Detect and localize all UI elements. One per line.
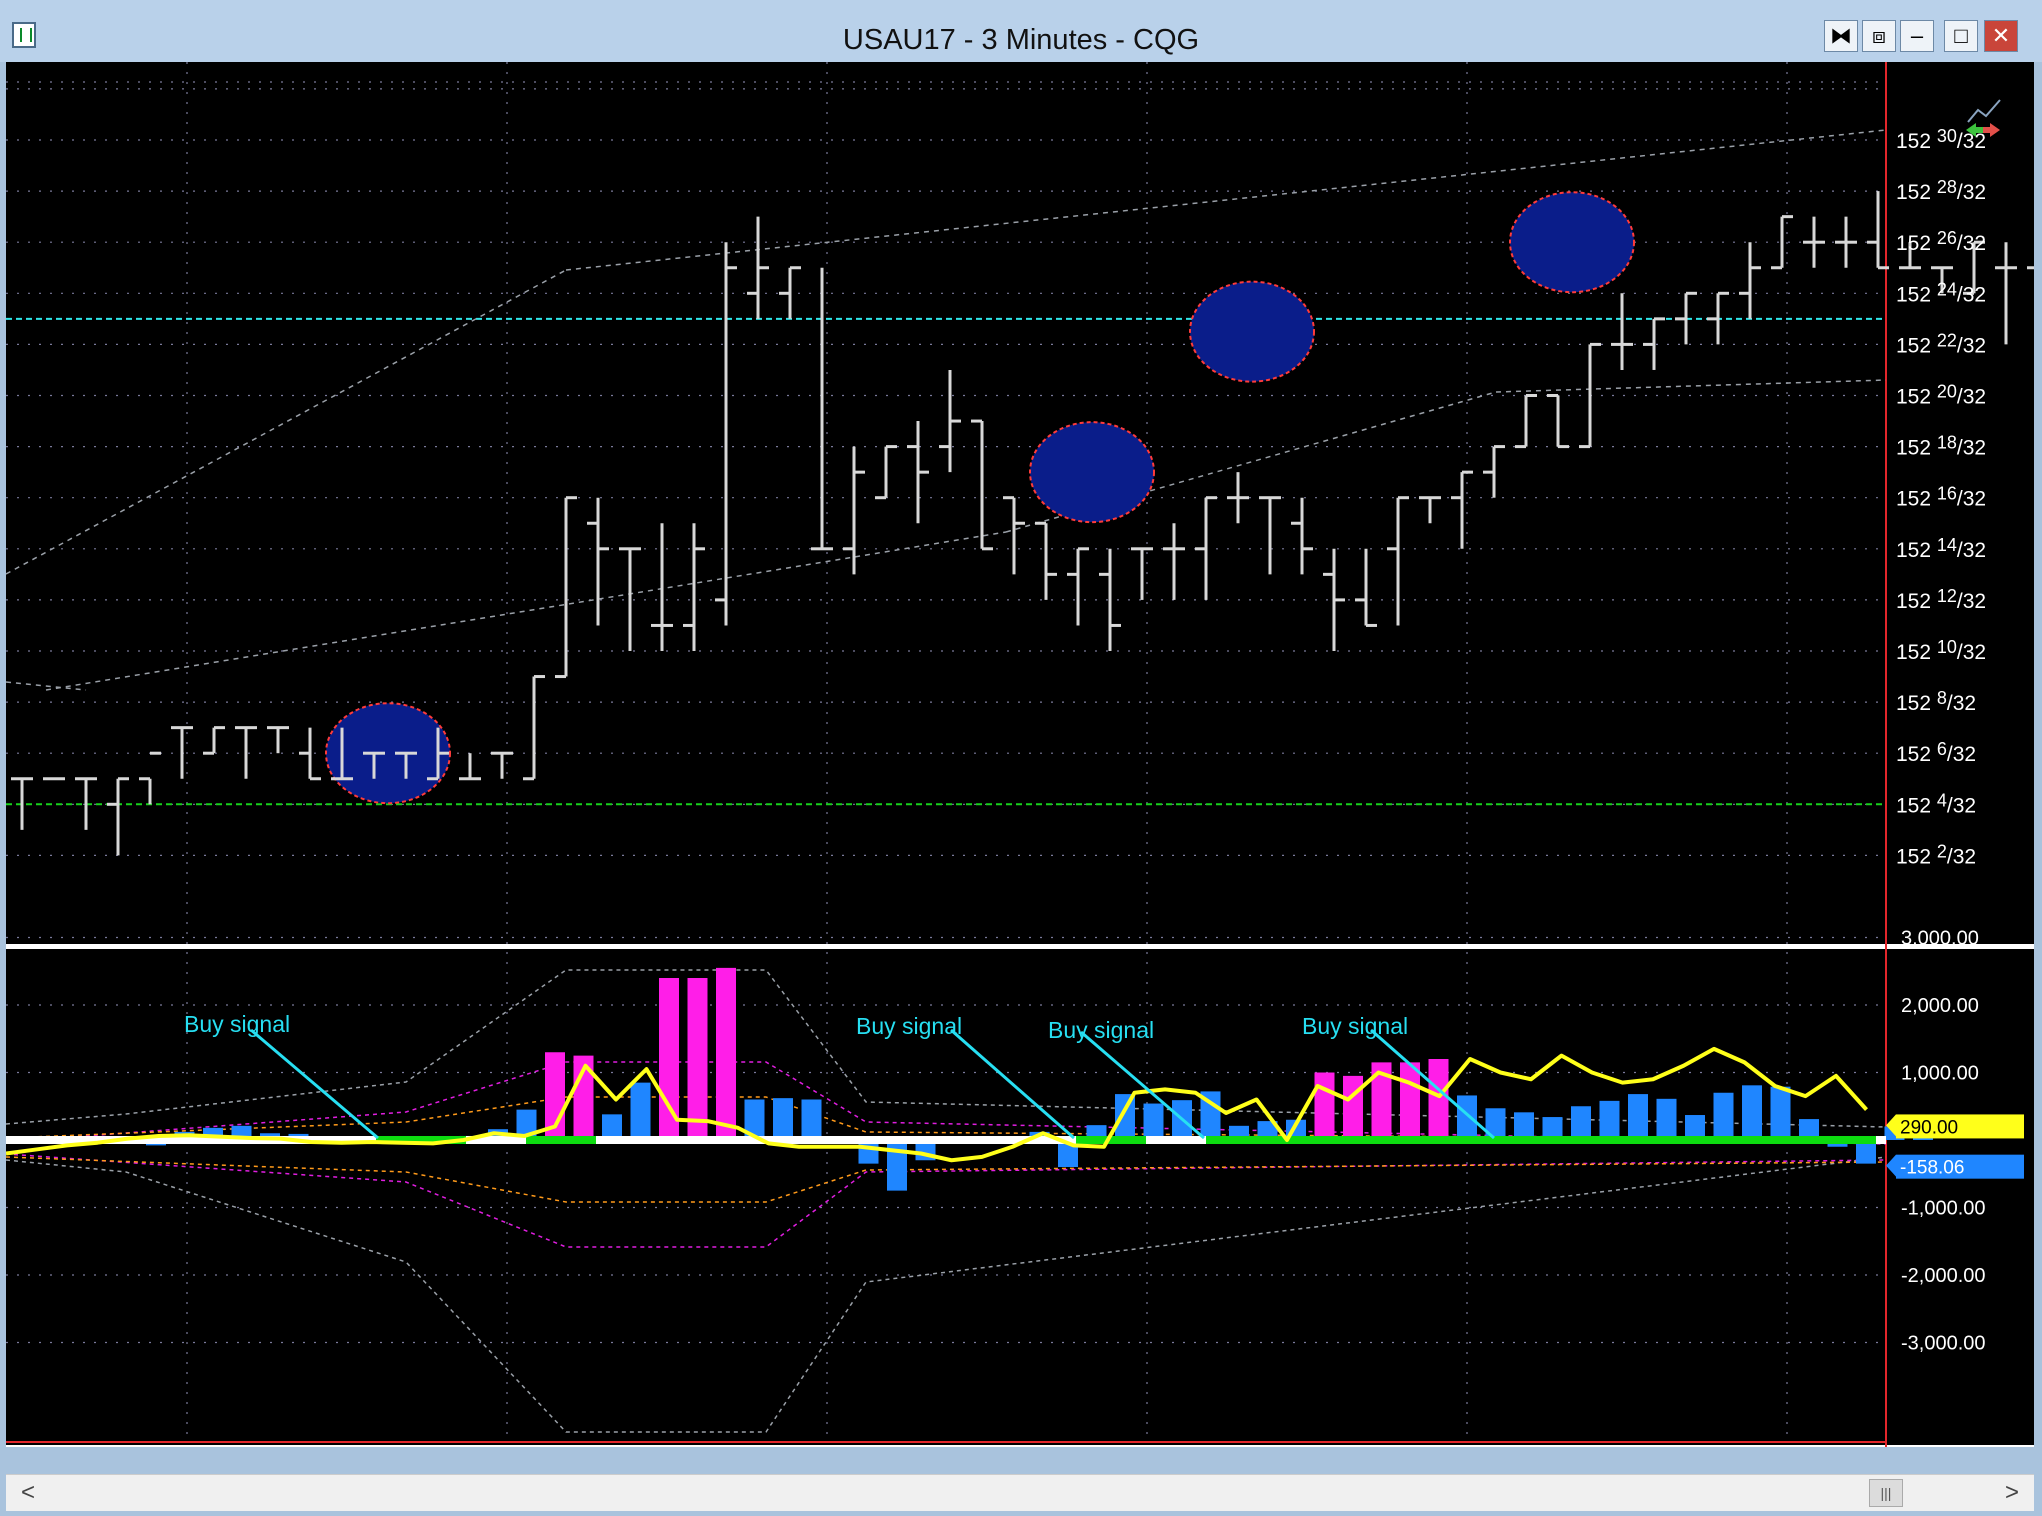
price-axis-label: 152 8/32 xyxy=(1896,688,1976,715)
osc-histogram-bar xyxy=(1343,1075,1363,1140)
osc-histogram-bar xyxy=(1770,1086,1791,1140)
buy-signal-label: Buy signal xyxy=(1302,1013,1408,1039)
osc-axis-label: -1,000.00 xyxy=(1901,1198,1986,1220)
price-frac-numerator: 10 xyxy=(1937,637,1957,657)
price-axis-label: 152 4/32 xyxy=(1896,790,1976,817)
buy-circle xyxy=(1189,280,1315,383)
osc-axis-label: -2,000.00 xyxy=(1901,1265,1986,1287)
osc-axis-label: 3,000.00 xyxy=(1901,928,1979,950)
osc-histogram-bar xyxy=(1628,1094,1648,1140)
osc-histogram-bar xyxy=(1713,1092,1734,1140)
price-frac-numerator: 28 xyxy=(1937,177,1957,197)
osc-histogram-bar xyxy=(630,1082,651,1140)
price-axis-label: 152 6/32 xyxy=(1896,739,1976,766)
price-frac-denominator: /32 xyxy=(1947,845,1976,868)
osc-histogram-bar xyxy=(1742,1085,1762,1140)
link-window-button[interactable]: ⧓ xyxy=(1824,20,1858,52)
price-frac-denominator: /32 xyxy=(1957,386,1986,409)
trade-arrows-icon-left-body xyxy=(1975,127,1983,133)
price-frac-denominator: /32 xyxy=(1957,488,1986,511)
price-frac-numerator: 30 xyxy=(1937,126,1957,146)
buy-circle xyxy=(1509,191,1635,294)
buy-circle xyxy=(325,702,451,805)
osc-histogram-bar xyxy=(887,1140,907,1191)
osc-histogram-bar xyxy=(1656,1098,1677,1140)
price-chart-svg[interactable]: 07:0007:3008:0008:3009:0009:30152 30/321… xyxy=(6,62,2034,1447)
price-frac-denominator: /32 xyxy=(1957,181,1986,204)
price-frac-numerator: 22 xyxy=(1937,330,1957,350)
time-axis-strip xyxy=(6,1445,2034,1447)
price-frac-denominator: /32 xyxy=(1957,539,1986,562)
trade-arrows-icon-right-body xyxy=(1983,127,1991,133)
osc-histogram-bar xyxy=(1514,1112,1534,1140)
price-frac-denominator: /32 xyxy=(1957,437,1986,460)
osc-histogram-bar xyxy=(1400,1062,1420,1140)
price-frac-numerator: 14 xyxy=(1937,535,1957,555)
osc-histogram-bar xyxy=(801,1099,822,1140)
price-frac-denominator: /32 xyxy=(1957,283,1986,306)
osc-axis-label: 1,000.00 xyxy=(1901,1063,1979,1085)
price-frac-numerator: 2 xyxy=(1937,841,1947,861)
scroll-right-icon[interactable]: > xyxy=(2000,1479,2024,1507)
price-frac-denominator: /32 xyxy=(1957,590,1986,613)
price-frac-denominator: /32 xyxy=(1947,794,1976,817)
osc-histogram-bar xyxy=(716,967,736,1140)
osc-axis-label: 2,000.00 xyxy=(1901,995,1979,1017)
price-frac-numerator: 12 xyxy=(1937,586,1957,606)
osc-histogram-bar xyxy=(1314,1072,1335,1140)
horizontal-scrollbar[interactable]: < ||| > xyxy=(6,1474,2034,1511)
price-frac-denominator: /32 xyxy=(1947,692,1976,715)
panel-separator xyxy=(6,944,2034,949)
title-bar[interactable]: USAU17 - 3 Minutes - CQG ⧓ ⧈ – □ ✕ xyxy=(0,0,2042,62)
osc-histogram-bar xyxy=(687,978,708,1140)
price-frac-numerator: 18 xyxy=(1937,433,1957,453)
last-value-label: 290.00 xyxy=(1900,1117,1958,1138)
restore-dock-button[interactable]: ⧈ xyxy=(1862,20,1896,52)
price-frac-numerator: 4 xyxy=(1937,790,1947,810)
price-frac-numerator: 6 xyxy=(1937,739,1947,759)
osc-histogram-bar xyxy=(1143,1103,1164,1140)
price-frac-numerator: 20 xyxy=(1937,382,1957,402)
osc-zero-signal-segment xyxy=(1206,1136,1876,1144)
price-axis-label: 152 2/32 xyxy=(1896,841,1976,868)
buy-signal-label: Buy signal xyxy=(856,1013,962,1039)
osc-histogram-bar xyxy=(1599,1100,1620,1140)
osc-histogram-bar xyxy=(1428,1059,1449,1140)
buy-circle xyxy=(1029,421,1155,524)
price-frac-numerator: 8 xyxy=(1937,688,1947,708)
osc-histogram-bar xyxy=(1571,1106,1591,1140)
price-frac-denominator: /32 xyxy=(1957,641,1986,664)
price-frac-numerator: 26 xyxy=(1937,228,1957,248)
scroll-left-icon[interactable]: < xyxy=(16,1479,40,1507)
last-value-label: -158.06 xyxy=(1900,1158,1964,1179)
osc-histogram-bar xyxy=(773,1098,793,1140)
price-frac-denominator: /32 xyxy=(1957,232,1986,255)
osc-axis-label: -3,000.00 xyxy=(1901,1333,1986,1355)
osc-histogram-bar xyxy=(1485,1108,1506,1140)
buy-signal-label: Buy signal xyxy=(1048,1017,1154,1043)
osc-zero-signal-segment xyxy=(526,1136,596,1144)
maximize-button[interactable]: □ xyxy=(1944,20,1978,52)
price-frac-denominator: /32 xyxy=(1957,334,1986,357)
price-frac-numerator: 24 xyxy=(1937,279,1957,299)
minimize-button[interactable]: – xyxy=(1900,20,1934,52)
osc-histogram-bar xyxy=(1457,1095,1477,1140)
price-frac-denominator: /32 xyxy=(1947,743,1976,766)
scroll-thumb[interactable]: ||| xyxy=(1869,1479,1903,1507)
close-button[interactable]: ✕ xyxy=(1984,20,2018,52)
buy-signal-label: Buy signal xyxy=(184,1011,290,1037)
price-frac-numerator: 16 xyxy=(1937,484,1957,504)
